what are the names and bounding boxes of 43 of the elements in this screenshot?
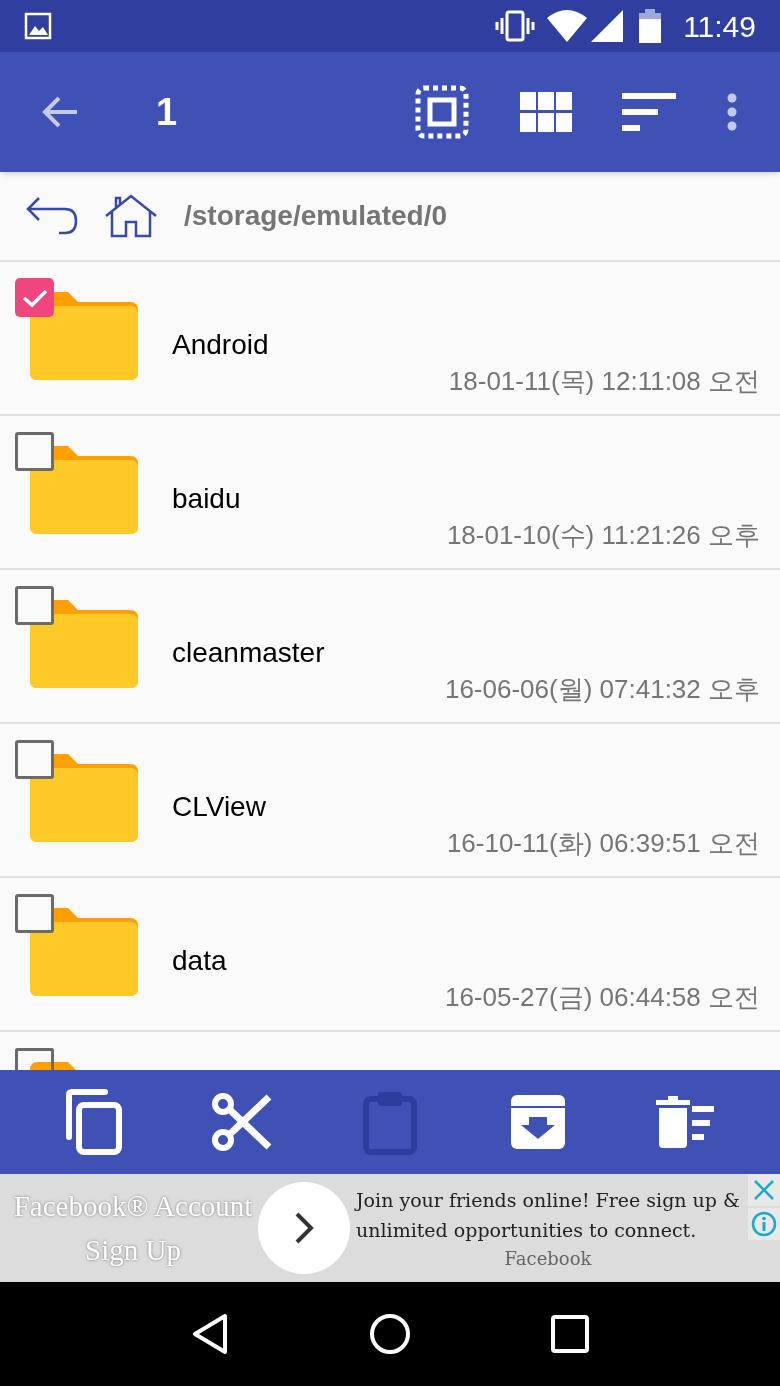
folder-name: data xyxy=(172,944,227,978)
folder-row[interactable]: Android 18-01-11(목) 12:11:08 오전 xyxy=(0,262,780,416)
modified-date: 16-05-27(금) 06:44:58 오전 xyxy=(444,981,760,1014)
vibrate-icon xyxy=(495,10,536,42)
recents-nav-button[interactable] xyxy=(548,1312,592,1356)
folder-icon xyxy=(30,600,138,688)
folder-name: baidu xyxy=(172,482,241,516)
modified-date: 18-01-10(수) 11:21:26 오후 xyxy=(446,519,760,552)
checkbox[interactable] xyxy=(15,278,54,317)
chevron-icon xyxy=(294,1211,314,1245)
folder-icon xyxy=(30,292,138,380)
folder-icon xyxy=(30,754,138,842)
battery-icon xyxy=(639,9,662,43)
folder-row[interactable]: baidu 18-01-10(수) 11:21:26 오후 xyxy=(0,416,780,570)
checkbox[interactable] xyxy=(15,432,54,471)
modified-date: 18-01-11(목) 12:11:08 오전 xyxy=(448,365,760,398)
grid-view-button[interactable] xyxy=(520,92,572,132)
folder-row[interactable]: CLView 16-10-11(화) 06:39:51 오전 xyxy=(0,724,780,878)
checkbox[interactable] xyxy=(15,586,54,625)
signal-icon xyxy=(591,10,624,42)
folder-icon xyxy=(30,446,138,534)
current-path: /storage/emulated/0 xyxy=(184,199,447,233)
status-time: 11:49 xyxy=(683,8,756,45)
home-nav-button[interactable] xyxy=(368,1312,412,1356)
ad-advertiser: Facebook xyxy=(504,1246,592,1271)
folder-name: Android xyxy=(172,328,269,362)
modified-date: 16-06-06(월) 07:41:32 오후 xyxy=(444,673,760,706)
selection-count: 1 xyxy=(156,89,178,135)
select-all-button[interactable] xyxy=(414,84,470,140)
folder-row[interactable]: data 16-05-27(금) 06:44:58 오전 xyxy=(0,878,780,1032)
image-icon xyxy=(24,12,52,40)
sort-button[interactable] xyxy=(622,92,676,132)
up-button[interactable] xyxy=(24,196,80,236)
checkbox[interactable] xyxy=(15,894,54,933)
ad-body: Join your friends online! Free sign up & unlimited opportunities to connect. xyxy=(353,1187,741,1243)
modified-date: 16-10-11(화) 06:39:51 오전 xyxy=(446,827,760,860)
folder-row[interactable]: cleanmaster 16-06-06(월) 07:41:32 오후 xyxy=(0,570,780,724)
wifi-icon xyxy=(547,10,588,42)
folder-name: cleanmaster xyxy=(172,636,325,670)
folder-icon xyxy=(30,908,138,996)
folder-name: CLView xyxy=(172,790,266,824)
home-button[interactable] xyxy=(104,194,158,238)
checkbox[interactable] xyxy=(15,740,54,779)
